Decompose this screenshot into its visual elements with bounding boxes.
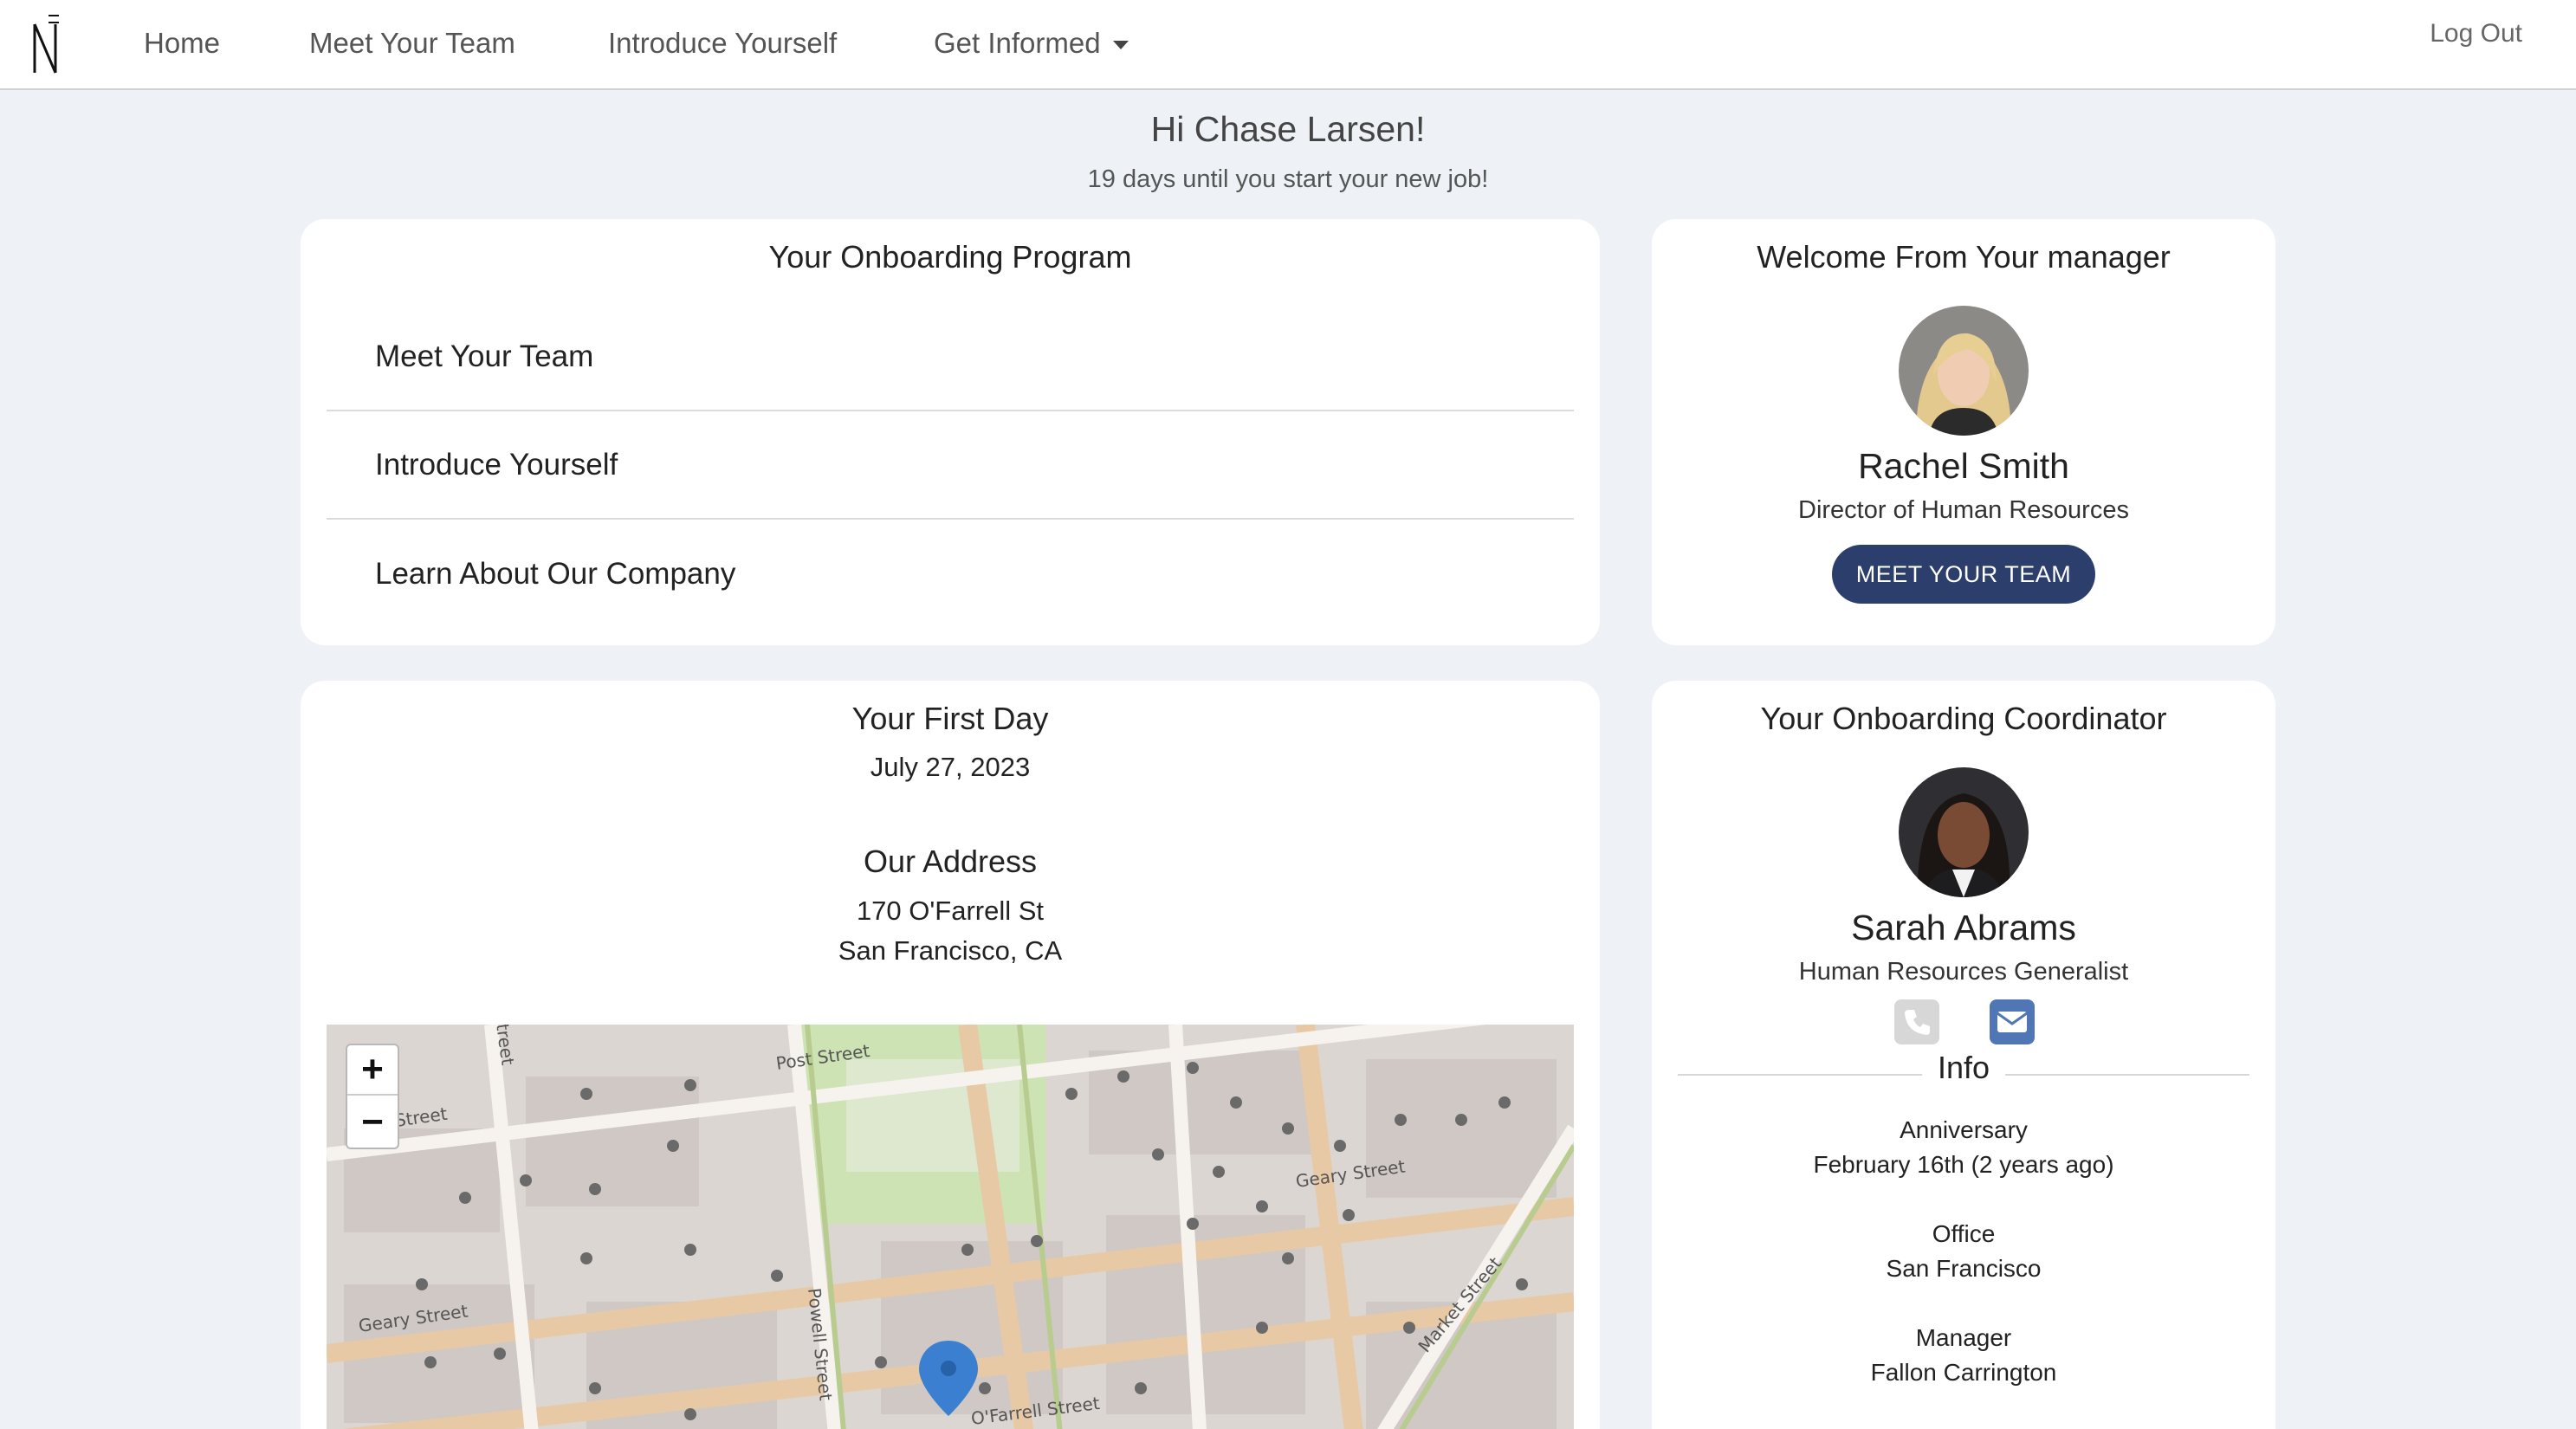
manager-label: Manager (1915, 1324, 2012, 1351)
greeting-countdown: 19 days until you start your new job! (1087, 165, 1489, 193)
address-title: Our Address (863, 844, 1038, 879)
address-line-2: San Francisco, CA (838, 935, 1063, 966)
top-navbar: Home Meet Your Team Introduce Yourself G… (0, 0, 2576, 90)
nav-meet-your-team-link[interactable]: Meet Your Team (309, 0, 515, 87)
onboarding-item-introduce-yourself[interactable]: Introduce Yourself (327, 411, 1574, 520)
onboarding-program-title: Your Onboarding Program (768, 239, 1132, 275)
manager-avatar (1899, 306, 2029, 436)
onboarding-coordinator-card: Your Onboarding Coordinator Sarah Abrams… (1652, 681, 2275, 1429)
nav-get-informed-dropdown[interactable]: Get Informed (934, 0, 1129, 87)
nav-introduce-yourself-link[interactable]: Introduce Yourself (608, 0, 837, 87)
manager-welcome-card: Welcome From Your manager Rachel Smith D… (1652, 219, 2275, 645)
company-logo-icon[interactable] (29, 12, 64, 76)
map-zoom-in-button[interactable]: + (347, 1045, 398, 1096)
coordinator-name: Sarah Abrams (1851, 908, 2076, 947)
email-icon[interactable] (1990, 999, 2035, 1044)
map-tiles[interactable]: Post Street Geary Street Geary Street St… (327, 1025, 1574, 1429)
first-day-title: Your First Day (851, 701, 1049, 736)
onboarding-item-meet-your-team[interactable]: Meet Your Team (327, 303, 1574, 411)
greeting-title: Hi Chase Larsen! (1150, 109, 1426, 149)
nav-home-link[interactable]: Home (144, 0, 220, 87)
first-day-card: Your First Day July 27, 2023 Our Address… (301, 681, 1600, 1429)
phone-icon[interactable] (1894, 999, 1939, 1044)
chevron-down-icon (1112, 41, 1129, 49)
coordinator-role: Human Resources Generalist (1798, 958, 2129, 986)
coordinator-avatar (1899, 767, 2029, 897)
manager-name: Rachel Smith (1858, 446, 2069, 486)
map-zoom-control: + − (346, 1044, 399, 1149)
first-day-date: July 27, 2023 (870, 752, 1031, 782)
map-zoom-out-button[interactable]: − (347, 1097, 398, 1148)
manager-value: Fallon Carrington (1870, 1359, 2057, 1386)
coordinator-card-title: Your Onboarding Coordinator (1760, 701, 2167, 736)
anniversary-value: February 16th (2 years ago) (1813, 1151, 2114, 1178)
nav-get-informed-label: Get Informed (934, 27, 1101, 59)
info-section-title: Info (1652, 1050, 2275, 1086)
office-label: Office (1932, 1220, 1996, 1247)
office-location-map[interactable]: Post Street Geary Street Geary Street St… (327, 1025, 1574, 1429)
manager-card-title: Welcome From Your manager (1757, 239, 2171, 275)
office-value: San Francisco (1886, 1255, 2042, 1282)
meet-your-team-button[interactable]: MEET YOUR TEAM (1832, 545, 2095, 604)
anniversary-label: Anniversary (1900, 1116, 2028, 1143)
address-line-1: 170 O'Farrell St (856, 896, 1045, 926)
coordinator-contact-icons (1652, 999, 2275, 1048)
manager-role: Director of Human Resources (1798, 496, 2129, 524)
onboarding-item-learn-about-company[interactable]: Learn About Our Company (327, 520, 1574, 628)
logout-link[interactable]: Log Out (2430, 19, 2522, 48)
onboarding-program-card: Your Onboarding Program Meet Your Team I… (301, 219, 1600, 645)
